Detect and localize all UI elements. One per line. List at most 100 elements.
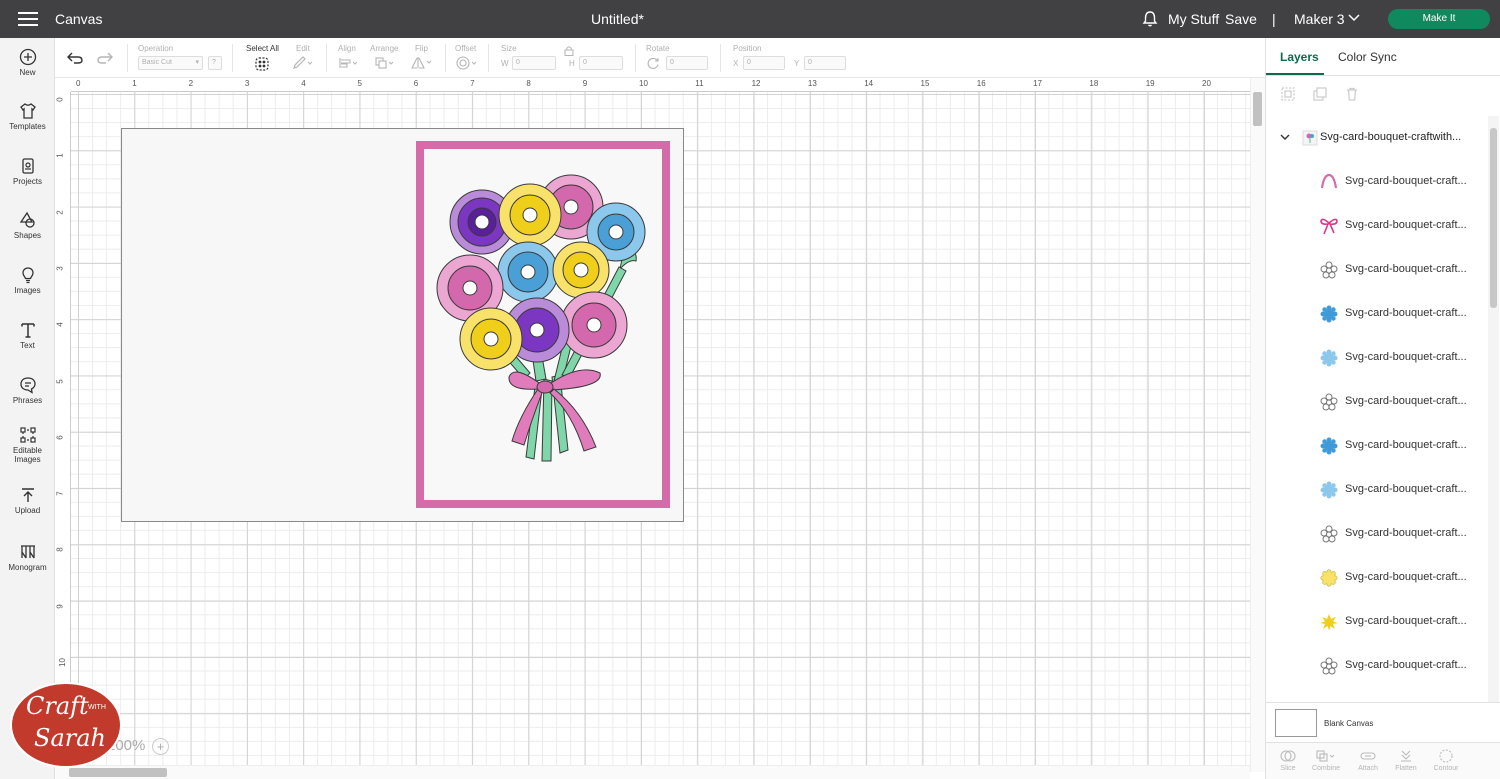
height-input[interactable]: 0: [579, 56, 623, 70]
canvas-horizontal-scroll-thumb[interactable]: [69, 768, 167, 777]
topbar-separator: |: [1272, 11, 1276, 27]
toolbar-divider: [127, 44, 128, 72]
layer-item[interactable]: Svg-card-bouquet-craft...: [1316, 217, 1486, 235]
card-frame[interactable]: [416, 141, 670, 508]
make-it-button[interactable]: Make It: [1388, 9, 1490, 29]
tab-layers[interactable]: Layers: [1280, 50, 1319, 64]
position-label: Position: [733, 44, 762, 53]
align-icon[interactable]: [338, 57, 360, 69]
slice-button[interactable]: Slice: [1268, 749, 1308, 772]
layer-actions-bar: Slice Combine Attach Flatten Contour: [1266, 742, 1500, 779]
blank-canvas-row[interactable]: Blank Canvas: [1266, 702, 1500, 742]
select-all-icon[interactable]: [254, 56, 270, 72]
toolbar-divider: [232, 44, 233, 72]
attach-button[interactable]: Attach: [1348, 749, 1388, 772]
layer-label: Svg-card-bouquet-craft...: [1345, 307, 1467, 319]
ruler-tick-label: 0: [76, 79, 81, 88]
attach-icon: [1360, 752, 1376, 760]
zoom-in-button[interactable]: +: [152, 738, 169, 755]
ruler-tick-label: 11: [695, 79, 704, 88]
help-icon: ?: [212, 59, 216, 66]
duplicate-icon[interactable]: [1312, 86, 1328, 102]
slice-label: Slice: [1280, 765, 1296, 772]
text-icon: [20, 323, 35, 338]
ruler-tick-label: 4: [55, 322, 65, 327]
layer-item[interactable]: Svg-card-bouquet-craft...: [1316, 305, 1486, 323]
sidebar-item-label-line2: Images: [14, 455, 41, 464]
logo-line1: Craft: [26, 692, 89, 720]
tab-divider: [1266, 75, 1500, 76]
toolbar-divider: [635, 44, 636, 72]
group-icon[interactable]: [1280, 86, 1296, 102]
canvas-vertical-scroll-thumb[interactable]: [1253, 92, 1262, 126]
edit-pencil-icon[interactable]: [292, 56, 314, 70]
contour-button[interactable]: Contour: [1426, 749, 1466, 772]
sidebar-item-text[interactable]: Text: [0, 321, 55, 350]
layer-item[interactable]: Svg-card-bouquet-craft...: [1316, 657, 1486, 675]
operation-help-button[interactable]: ?: [208, 56, 222, 70]
combine-button[interactable]: Combine: [1306, 749, 1346, 772]
flatten-button[interactable]: Flatten: [1386, 749, 1426, 772]
arrange-icon[interactable]: [374, 56, 396, 70]
flip-icon[interactable]: [410, 55, 434, 70]
y-position-input[interactable]: 0: [804, 56, 846, 70]
my-stuff-link[interactable]: My Stuff: [1168, 11, 1219, 27]
rotate-icon[interactable]: [646, 56, 660, 70]
save-button[interactable]: Save: [1225, 11, 1257, 27]
ruler-tick-label: 14: [864, 79, 874, 88]
layer-item[interactable]: Svg-card-bouquet-craft...: [1316, 437, 1486, 455]
layer-item[interactable]: Svg-card-bouquet-craft...: [1316, 393, 1486, 411]
sidebar-item-upload[interactable]: Upload: [0, 486, 55, 515]
layers-scroll-thumb[interactable]: [1490, 128, 1497, 308]
sidebar-item-monogram[interactable]: Monogram: [0, 543, 55, 572]
sidebar-item-templates[interactable]: Templates: [0, 102, 55, 131]
ruler-tick-label: 13: [807, 79, 817, 88]
layer-item[interactable]: Svg-card-bouquet-craft...: [1316, 613, 1486, 631]
canvas-horizontal-scrollbar[interactable]: [55, 765, 1250, 779]
x-position-input[interactable]: 0: [743, 56, 785, 70]
layer-group-row[interactable]: Svg-card-bouquet-craftwith...: [1280, 130, 1490, 148]
ruler-tick-label: 9: [55, 603, 65, 609]
ruler-tick-label: 0: [55, 97, 65, 102]
lock-icon[interactable]: [564, 45, 574, 56]
chevron-down-icon[interactable]: [1280, 133, 1290, 141]
ruler-tick-label: 19: [1145, 79, 1155, 88]
sidebar-item-editable-images[interactable]: Editable Images: [0, 426, 55, 464]
operation-select[interactable]: Basic Cut ▾: [138, 56, 203, 70]
shapes-icon: [19, 211, 35, 228]
rotate-input[interactable]: 0: [666, 56, 708, 70]
bell-icon[interactable]: [1141, 10, 1159, 28]
redo-icon[interactable]: [97, 52, 113, 64]
layer-label: Svg-card-bouquet-craft...: [1345, 351, 1467, 363]
toolbar-divider: [720, 44, 721, 72]
layers-panel: Layers Color Sync Svg-card-bouquet-craft…: [1265, 38, 1500, 779]
trash-icon[interactable]: [1344, 86, 1360, 102]
sidebar-item-images[interactable]: Images: [0, 266, 55, 295]
layer-item[interactable]: Svg-card-bouquet-craft...: [1316, 349, 1486, 367]
contour-icon: [1439, 749, 1453, 763]
sidebar-item-phrases[interactable]: Phrases: [0, 376, 55, 405]
layer-item[interactable]: Svg-card-bouquet-craft...: [1316, 173, 1486, 191]
document-title[interactable]: Untitled*: [0, 11, 1235, 27]
horizontal-ruler: 0 1 2 3 4 5 6 7 8 9 10 11 12 13 14 15 16 17 18 19 20: [71, 78, 1251, 92]
undo-icon[interactable]: [67, 52, 83, 64]
layer-item[interactable]: Svg-card-bouquet-craft...: [1316, 569, 1486, 587]
design-canvas[interactable]: 0 1 2 3 4 5 6 7 8 9 10 11 12 13 14 15 16 17 18 19 20 0123456…: [55, 78, 1265, 779]
width-input[interactable]: 0: [512, 56, 556, 70]
bouquet-image[interactable]: [424, 149, 662, 500]
layer-item[interactable]: Svg-card-bouquet-craft...: [1316, 481, 1486, 499]
ruler-tick-label: 7: [55, 491, 65, 496]
sidebar-item-new[interactable]: New: [0, 48, 55, 77]
tab-color-sync[interactable]: Color Sync: [1338, 50, 1397, 64]
sidebar-item-shapes[interactable]: Shapes: [0, 211, 55, 240]
ruler-tick-label: 8: [55, 547, 65, 553]
chevron-down-icon[interactable]: [1348, 13, 1360, 23]
top-bar: Canvas Untitled* My Stuff Save | Maker 3…: [0, 0, 1500, 38]
layer-item[interactable]: Svg-card-bouquet-craft...: [1316, 261, 1486, 279]
layer-label: Svg-card-bouquet-craft...: [1345, 571, 1467, 583]
machine-selector[interactable]: Maker 3: [1294, 11, 1345, 27]
layer-item[interactable]: Svg-card-bouquet-craft...: [1316, 525, 1486, 543]
canvas-vertical-scrollbar[interactable]: [1250, 78, 1265, 772]
sidebar-item-projects[interactable]: Projects: [0, 157, 55, 186]
offset-icon[interactable]: [455, 55, 479, 71]
